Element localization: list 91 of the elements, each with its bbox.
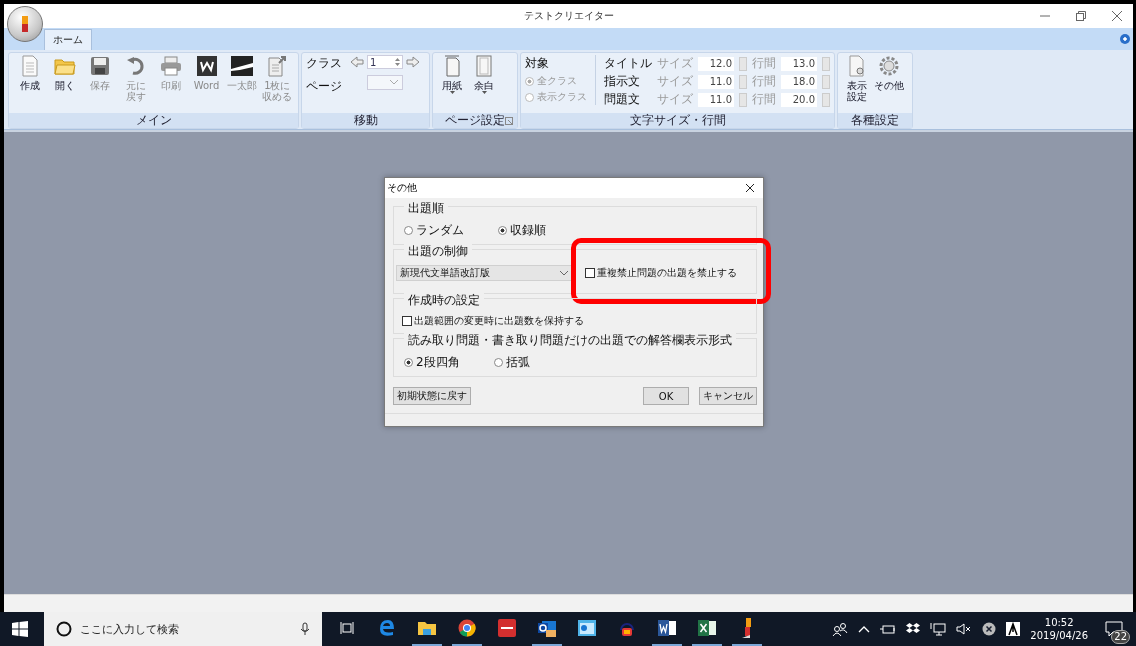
spacing-field[interactable]: 13.0 xyxy=(781,56,817,71)
headphones-icon xyxy=(619,620,635,636)
size-label: サイズ xyxy=(657,91,693,108)
notification-button[interactable]: 22 xyxy=(1098,613,1130,645)
task-view-icon xyxy=(340,621,354,635)
letter-a-icon[interactable] xyxy=(1006,622,1021,636)
spacing-label: 行間 xyxy=(752,73,776,90)
minus-tile-icon xyxy=(498,619,516,637)
window-title: テストクリエイター xyxy=(522,9,615,23)
round-browser-icon xyxy=(458,619,476,637)
right-arrow-icon[interactable] xyxy=(406,56,420,68)
class-spinner[interactable]: 1 xyxy=(367,55,403,69)
group-title: 作成時の設定 xyxy=(404,292,484,309)
class-label: クラス xyxy=(306,55,342,72)
group-title: 出題の制御 xyxy=(404,243,472,260)
dropdown[interactable]: 新現代文単語改訂版 xyxy=(396,265,572,281)
e-letter-icon xyxy=(378,619,396,637)
word-document-icon xyxy=(196,55,217,77)
page-label: ページ xyxy=(306,78,342,95)
settings-icon xyxy=(878,55,900,77)
dropdown-arrow-icon xyxy=(481,91,487,94)
dropdown-arrow-icon xyxy=(449,91,455,94)
group-title: 読み取り問題・書き取り問題だけの出題での解答欄表示形式 xyxy=(404,332,736,349)
windows-logo-icon[interactable] xyxy=(12,621,28,637)
ribbon-button[interactable]: その他 xyxy=(874,55,904,91)
spin-arrows-icon xyxy=(395,57,400,67)
group-label: 各種設定 xyxy=(838,113,912,128)
clock[interactable]: 10:52 2019/04/26 xyxy=(1030,617,1088,641)
dropbox-icon[interactable] xyxy=(906,623,921,635)
close-icon[interactable] xyxy=(745,183,755,193)
word-icon xyxy=(658,619,676,637)
ribbon-tab[interactable]: ホーム xyxy=(44,29,92,50)
ribbon-button[interactable]: 余白 xyxy=(469,55,499,94)
folder-icon xyxy=(417,620,437,636)
ok-button[interactable]: OK xyxy=(643,387,689,405)
document-gear-icon xyxy=(848,55,866,77)
chevron-up-icon[interactable] xyxy=(858,625,871,633)
cancel-button[interactable]: キャンセル xyxy=(699,387,757,405)
size-field[interactable]: 11.0 xyxy=(698,92,734,107)
chevron-down-icon xyxy=(560,270,568,276)
ribbon-button[interactable]: 開く xyxy=(48,55,82,91)
spacing-label: 行間 xyxy=(752,91,776,108)
text-kind-label: 問題文 xyxy=(604,91,641,108)
checkbox-option[interactable]: 出題範囲の変更時に出題数を保持する xyxy=(402,314,748,328)
undo-icon xyxy=(125,55,146,77)
page-icon xyxy=(444,55,460,77)
size-field[interactable]: 12.0 xyxy=(698,56,734,71)
size-field[interactable]: 11.0 xyxy=(698,74,734,89)
spacing-field[interactable]: 20.0 xyxy=(781,92,817,107)
dialog-launcher-icon[interactable] xyxy=(505,117,513,125)
microphone-icon[interactable] xyxy=(300,622,310,636)
ribbon-button[interactable]: 作成 xyxy=(13,55,47,91)
group-label: 移動 xyxy=(302,113,429,128)
restore-icon[interactable] xyxy=(1075,10,1087,22)
spacing-label: 行間 xyxy=(752,55,776,72)
speaker-muted-icon[interactable] xyxy=(956,623,973,635)
chevron-down-icon xyxy=(390,80,398,85)
network-icon[interactable] xyxy=(930,622,947,636)
text-kind-label: タイトル xyxy=(604,55,652,72)
group-label: メイン xyxy=(9,113,298,128)
left-arrow-icon[interactable] xyxy=(350,56,364,68)
radio-option[interactable]: 2段四角 xyxy=(404,354,460,371)
text-kind-label: 指示文 xyxy=(604,73,641,90)
document-icon xyxy=(20,55,39,77)
ribbon-button[interactable]: 用紙 xyxy=(437,55,467,94)
dialog-title: その他 xyxy=(387,181,417,195)
size-label: サイズ xyxy=(657,73,693,90)
page-arrow-icon xyxy=(267,55,288,77)
cross-circle-icon[interactable] xyxy=(982,622,997,636)
target-label: 対象 xyxy=(525,55,550,72)
excel-icon xyxy=(698,619,716,637)
ribbon-button[interactable]: 表示 設定 xyxy=(842,55,872,102)
group-title: 出題順 xyxy=(404,200,448,217)
margin-icon xyxy=(476,55,492,77)
spacing-field[interactable]: 18.0 xyxy=(781,74,817,89)
people-icon[interactable] xyxy=(832,622,849,636)
chart-window-icon xyxy=(578,620,596,636)
radio-option[interactable]: 括弧 xyxy=(493,354,530,371)
printer-icon xyxy=(160,55,183,77)
mail-app-icon xyxy=(538,619,556,637)
group-label: 文字サイズ・行間 xyxy=(521,113,834,128)
circle-icon xyxy=(56,621,72,637)
dark-tile-icon xyxy=(230,55,253,77)
battery-plug-icon[interactable] xyxy=(880,623,897,635)
app-logo-icon xyxy=(741,618,753,638)
size-label: サイズ xyxy=(657,55,693,72)
app-menu-button[interactable] xyxy=(7,6,43,42)
checkbox-option[interactable]: 重複禁止問題の出題を禁止する xyxy=(585,266,737,280)
search-field[interactable]: ここに入力して検索 xyxy=(44,612,322,646)
group-label: ページ設定 xyxy=(433,113,517,128)
reset-button[interactable]: 初期状態に戻す xyxy=(393,387,471,405)
